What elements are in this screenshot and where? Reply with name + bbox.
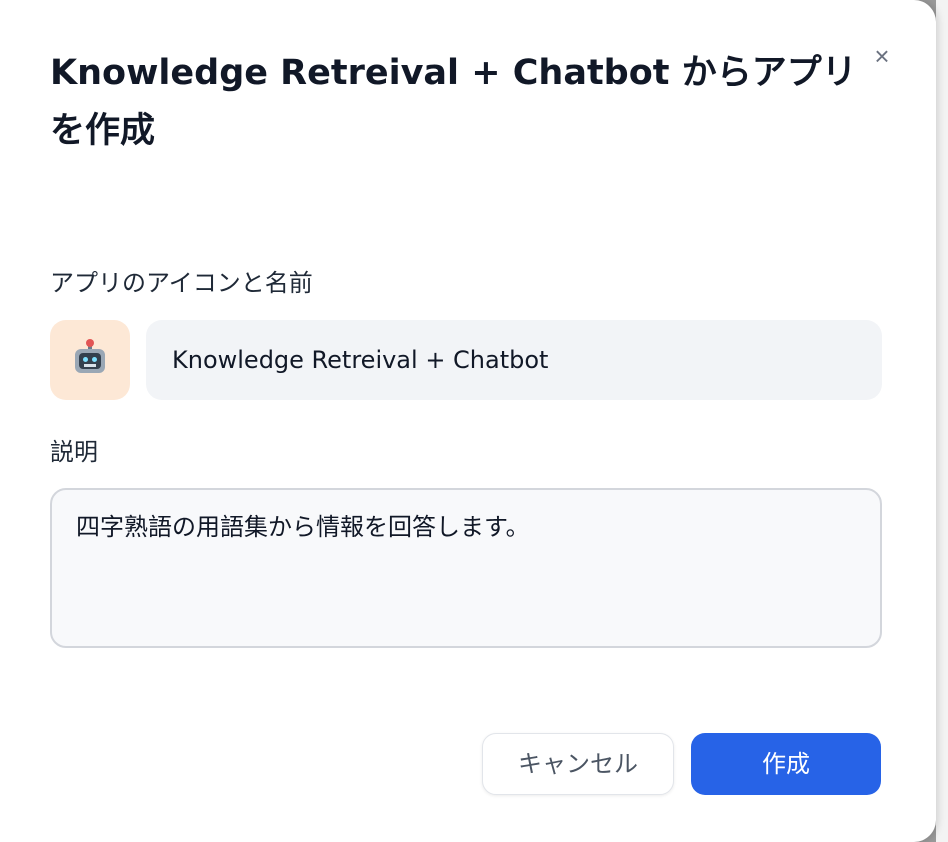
app-icon-picker[interactable] — [50, 320, 130, 400]
robot-icon — [73, 339, 107, 377]
create-button[interactable]: 作成 — [691, 733, 881, 795]
description-label: 説明 — [50, 438, 98, 466]
dialog-title: Knowledge Retreival + Chatbot からアプリを作成 — [50, 53, 857, 151]
create-app-dialog: Knowledge Retreival + Chatbot からアプリを作成 ×… — [0, 0, 936, 842]
close-button[interactable]: × — [866, 40, 898, 72]
close-icon: × — [874, 41, 890, 71]
cancel-button[interactable]: キャンセル — [482, 733, 674, 795]
background-overlay — [936, 0, 948, 842]
app-name-input[interactable] — [146, 320, 882, 400]
description-textarea[interactable]: 四字熟語の用語集から情報を回答します。 — [50, 488, 882, 648]
app-icon-name-label: アプリのアイコンと名前 — [50, 269, 313, 297]
